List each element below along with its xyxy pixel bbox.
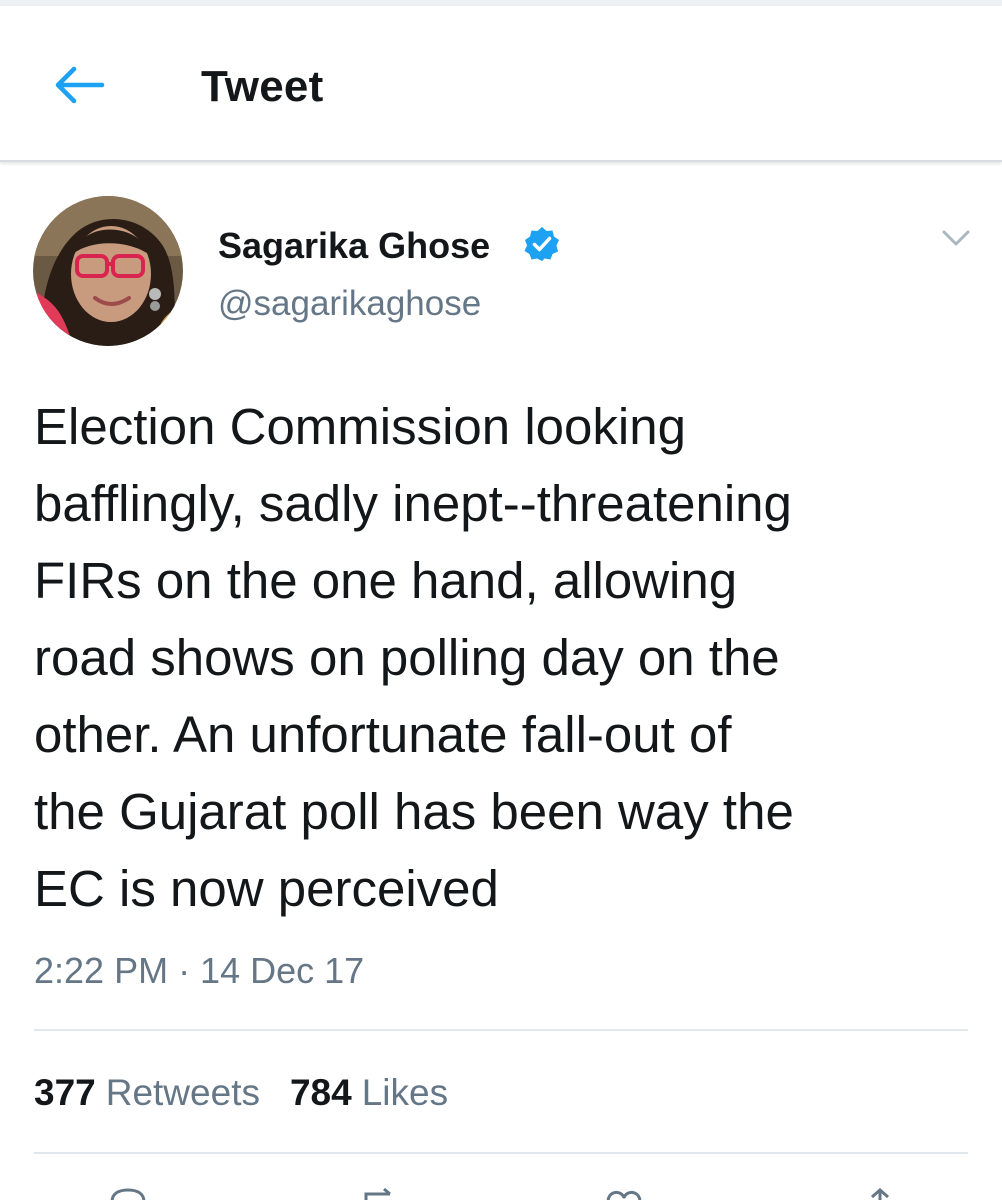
divider: [34, 1152, 968, 1154]
page-title: Tweet: [201, 62, 324, 111]
tweet-detail-screen: Tweet Sagarika Ghose @sagarikaghose Elec…: [0, 0, 1002, 1200]
author-handle[interactable]: @sagarikaghose: [218, 284, 481, 324]
avatar-image: [33, 196, 183, 346]
tweet-stats: 377 Retweets 784 Likes: [34, 1072, 478, 1114]
retweet-icon[interactable]: [360, 1187, 400, 1200]
likes-label: Likes: [361, 1072, 449, 1113]
tweet-text-line: Election Commission looking: [34, 398, 686, 455]
tweet-text-line: FIRs on the one hand, allowing: [34, 552, 738, 609]
like-icon[interactable]: [604, 1188, 644, 1200]
tweet-text-line: EC is now perceived: [34, 860, 499, 917]
verified-badge-icon: [524, 226, 560, 262]
tweet-author-row: Sagarika Ghose @sagarikaghose: [0, 190, 1002, 360]
tweet-text-line: bafflingly, sadly inept--threatening: [34, 475, 792, 532]
avatar[interactable]: [33, 196, 183, 346]
likes-stat[interactable]: 784 Likes: [290, 1072, 448, 1114]
back-button[interactable]: [50, 62, 108, 108]
chevron-down-icon: [942, 230, 970, 246]
share-icon[interactable]: [860, 1188, 900, 1200]
retweets-stat[interactable]: 377 Retweets: [34, 1072, 260, 1114]
tweet-text-line: the Gujarat poll has been way the: [34, 783, 794, 840]
tweet-text-line: road shows on polling day on the: [34, 629, 780, 686]
author-display-name[interactable]: Sagarika Ghose: [218, 225, 490, 267]
divider: [34, 1029, 968, 1031]
app-header: Tweet: [0, 6, 1002, 162]
retweets-count: 377: [34, 1072, 96, 1113]
likes-count: 784: [289, 1072, 352, 1113]
arrow-left-icon: [55, 66, 105, 104]
tweet-timestamp: 2:22 PM · 14 Dec 17: [34, 950, 365, 991]
tweet-text-line: other. An unfortunate fall-out of: [34, 706, 732, 763]
reply-icon[interactable]: [108, 1188, 148, 1200]
tweet-menu-button[interactable]: [938, 226, 974, 250]
retweets-label: Retweets: [105, 1072, 260, 1113]
tweet-text: Election Commission looking bafflingly, …: [34, 388, 974, 927]
